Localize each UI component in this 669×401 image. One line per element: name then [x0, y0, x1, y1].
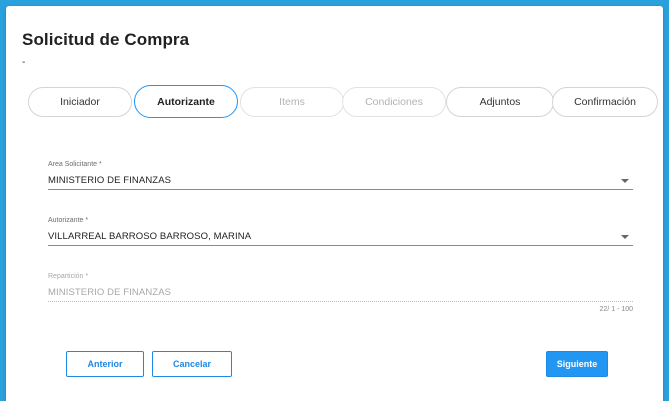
reparticion-value: MINISTERIO DE FINANZAS	[48, 286, 172, 298]
step-confirmacion[interactable]: Confirmación	[552, 87, 658, 117]
previous-button[interactable]: Anterior	[66, 351, 144, 377]
area-solicitante-control[interactable]: MINISTERIO DE FINANZAS	[48, 171, 633, 190]
purchase-request-card: Solicitud de Compra - Iniciador Autoriza…	[6, 6, 663, 401]
area-solicitante-value: MINISTERIO DE FINANZAS	[48, 174, 172, 186]
step-items: Items	[240, 87, 344, 117]
autorizante-control[interactable]: VILLARREAL BARROSO BARROSO, MARINA	[48, 227, 633, 246]
dropdown-arrow-icon[interactable]	[621, 179, 629, 183]
dropdown-arrow-icon[interactable]	[621, 235, 629, 239]
reparticion-control: MINISTERIO DE FINANZAS	[48, 283, 633, 302]
step-condiciones: Condiciones	[342, 87, 446, 117]
stepper: Iniciador Autorizante Items Condiciones …	[22, 83, 658, 121]
next-button[interactable]: Siguiente	[546, 351, 608, 377]
reparticion-label: Repartición *	[48, 273, 89, 280]
reparticion-field: Repartición * MINISTERIO DE FINANZAS 22/…	[48, 273, 633, 313]
step-iniciador[interactable]: Iniciador	[28, 87, 132, 117]
autorizante-value: VILLARREAL BARROSO BARROSO, MARINA	[48, 230, 252, 242]
area-solicitante-label: Area Solicitante *	[48, 161, 102, 168]
step-autorizante[interactable]: Autorizante	[134, 85, 238, 118]
area-solicitante-select[interactable]: Area Solicitante * MINISTERIO DE FINANZA…	[48, 161, 633, 190]
page-title: Solicitud de Compra	[22, 30, 190, 49]
autorizante-label: Autorizante *	[48, 217, 89, 224]
page-subtitle: -	[22, 57, 26, 68]
autorizante-select[interactable]: Autorizante * VILLARREAL BARROSO BARROSO…	[48, 217, 633, 246]
step-adjuntos[interactable]: Adjuntos	[446, 87, 554, 117]
cancel-button[interactable]: Cancelar	[152, 351, 232, 377]
character-counter: 22/ 1 - 100	[599, 306, 633, 313]
